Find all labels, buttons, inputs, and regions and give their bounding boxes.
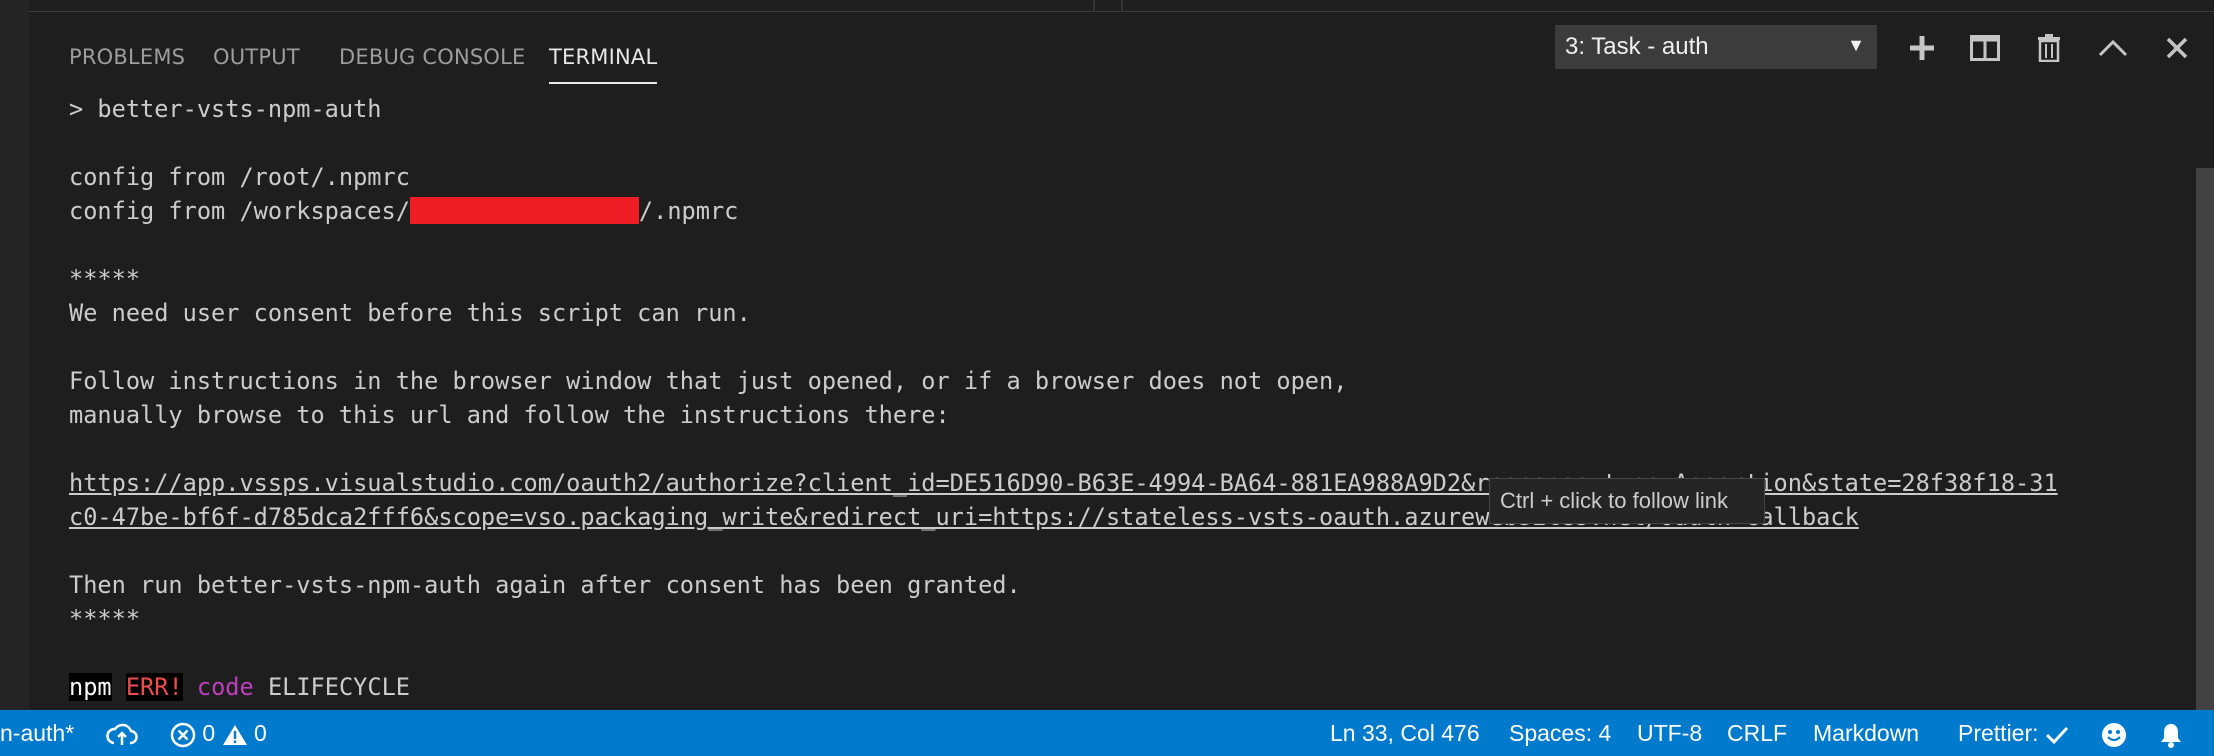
terminal-text: config from /workspaces/ (69, 197, 410, 225)
terminal-line: ***** (69, 265, 141, 293)
warning-icon (222, 720, 248, 746)
redaction-box (409, 197, 639, 224)
editor-divider (1121, 0, 1123, 11)
terminal-line: config from /root/.npmrc (69, 163, 410, 191)
terminal-text: /.npmrc (638, 197, 739, 225)
terminal-task-select[interactable]: 3: Task - auth ▼ (1555, 25, 1877, 69)
prettier-label: Prettier: (1958, 720, 2039, 746)
npm-token: npm (69, 673, 112, 701)
trash-icon[interactable] (2031, 30, 2067, 66)
encoding-status[interactable]: UTF-8 (1637, 710, 1702, 756)
editor-top-strip (29, 0, 2214, 12)
error-code-value: ELIFECYCLE (267, 673, 410, 701)
plus-icon[interactable] (1904, 30, 1940, 66)
tab-output[interactable]: OUTPUT (213, 34, 300, 84)
terminal-line: > better-vsts-npm-auth (69, 95, 382, 123)
oauth-url-line: c0-47be-bf6f-d785dca2fff6&scope=vso.pack… (69, 500, 2169, 534)
language-mode[interactable]: Markdown (1813, 710, 1919, 756)
cursor-position[interactable]: Ln 33, Col 476 (1330, 710, 1480, 756)
terminal-line: Follow instructions in the browser windo… (69, 367, 1348, 395)
error-count: 0 (202, 720, 216, 746)
chevron-up-icon[interactable] (2095, 30, 2131, 66)
indentation-status[interactable]: Spaces: 4 (1509, 710, 1611, 756)
eol-status[interactable]: CRLF (1727, 710, 1787, 756)
problems-indicator[interactable]: 0 0 (170, 710, 267, 756)
warning-count: 0 (253, 720, 267, 746)
terminal-scrollbar[interactable] (2196, 168, 2214, 710)
sync-icon[interactable] (106, 710, 138, 756)
editor-divider (1093, 0, 1095, 11)
activity-gutter (0, 0, 29, 710)
terminal-line: ***** (69, 605, 141, 633)
status-branch[interactable]: n-auth* (0, 710, 74, 756)
terminal-panel: PROBLEMS OUTPUT DEBUG CONSOLE TERMINAL 3… (29, 12, 2214, 710)
terminal-line: config from /workspaces/ /.npmrc (69, 194, 2169, 228)
close-icon[interactable] (2159, 30, 2195, 66)
terminal-output[interactable]: > better-vsts-npm-auth config from /root… (69, 92, 2169, 710)
terminal-task-select-value: 3: Task - auth (1565, 33, 1709, 60)
oauth-url-line: https://app.vssps.visualstudio.com/oauth… (69, 466, 2169, 500)
terminal-line: manually browse to this url and follow t… (69, 401, 950, 429)
terminal-line: We need user consent before this script … (69, 299, 751, 327)
tab-terminal[interactable]: TERMINAL (549, 34, 658, 84)
terminal-line: Then run better-vsts-npm-auth again afte… (69, 571, 1021, 599)
tab-debug-console[interactable]: DEBUG CONSOLE (339, 34, 526, 84)
feedback-smiley-icon[interactable] (2100, 710, 2128, 756)
check-icon (2045, 720, 2069, 746)
code-token: code (196, 673, 254, 701)
follow-link-tooltip: Ctrl + click to follow link (1489, 478, 1765, 524)
status-bar: n-auth* 0 0 Ln 33, Col 476 Spaces: 4 UTF… (0, 710, 2214, 756)
prettier-status[interactable]: Prettier: (1958, 710, 2069, 756)
tab-problems[interactable]: PROBLEMS (69, 34, 185, 84)
notifications-bell-icon[interactable] (2157, 710, 2185, 756)
dropdown-caret-icon: ▼ (1847, 35, 1865, 55)
split-icon[interactable] (1967, 30, 2003, 66)
error-icon (170, 720, 196, 748)
npm-error-line: npm ERR! code ELIFECYCLE (69, 670, 2169, 704)
err-token: ERR! (125, 673, 183, 701)
